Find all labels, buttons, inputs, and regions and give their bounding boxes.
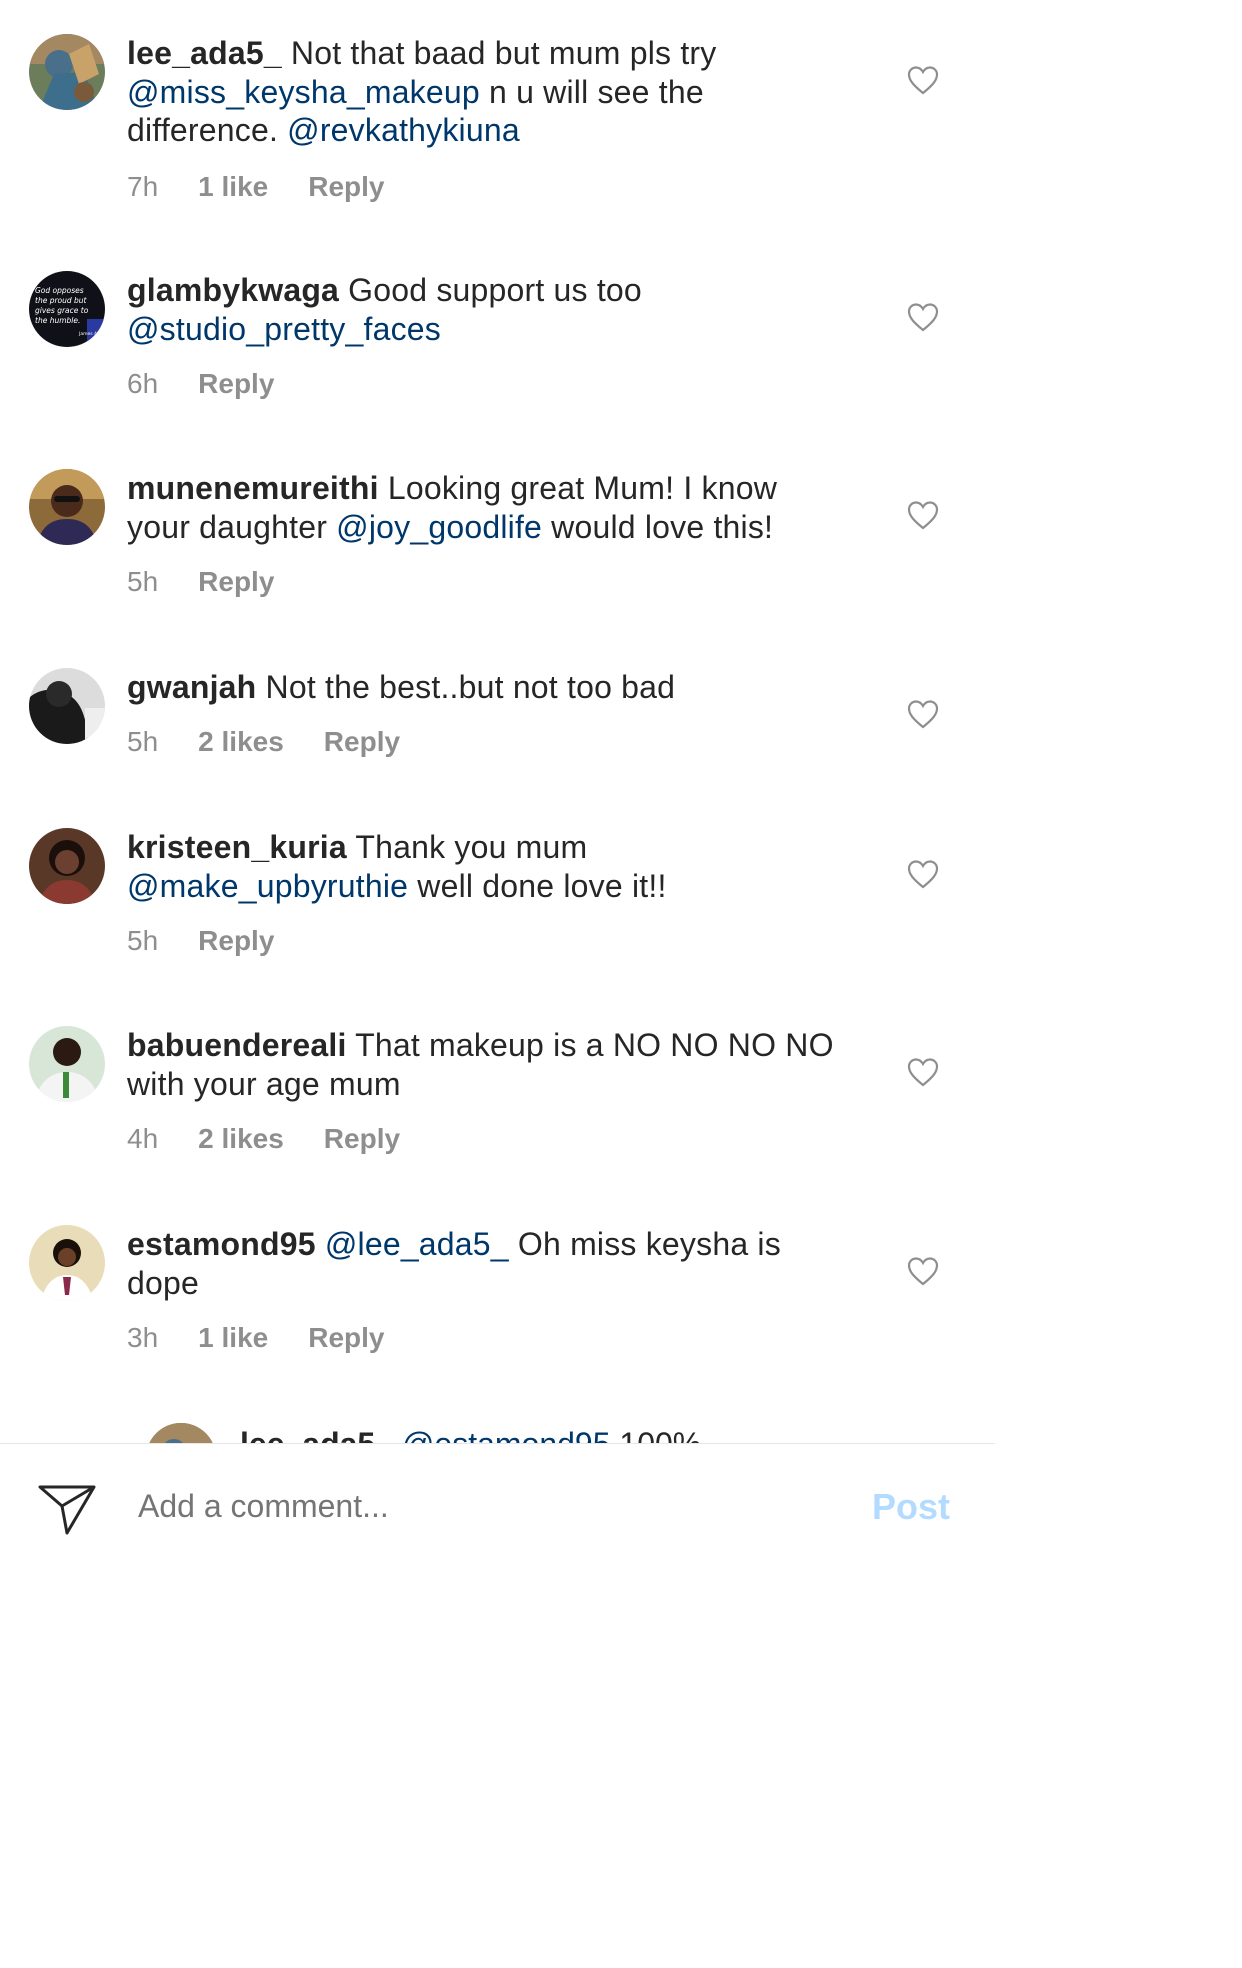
avatar-quote-line: the proud but xyxy=(35,296,88,305)
paper-plane-icon[interactable] xyxy=(38,1484,96,1536)
comment-likes[interactable]: 2 likes xyxy=(198,726,284,758)
comment-time: 5h xyxy=(127,925,159,956)
comment-time: 7h xyxy=(127,171,159,202)
comment-time: 5h xyxy=(127,726,159,757)
comment-composer: Post xyxy=(0,1443,995,1569)
heart-icon[interactable] xyxy=(907,699,939,729)
comment-username[interactable]: estamond95 xyxy=(127,1226,316,1262)
mention-link[interactable]: @miss_keysha_makeup xyxy=(127,74,480,110)
comment-text: lee_ada5_ Not that baad but mum pls try … xyxy=(127,34,847,150)
comment-username[interactable]: babuendereali xyxy=(127,1027,347,1063)
avatar[interactable]: God opposes the proud but gives grace to… xyxy=(29,271,105,347)
reply-button[interactable]: Reply xyxy=(308,171,384,203)
reply-preview: lee_ada5_ @estamond95 100% xyxy=(0,1420,995,1444)
comment-text: kristeen_kuria Thank you mum @make_upbyr… xyxy=(127,828,847,905)
comment-body: Good support us too xyxy=(339,272,642,308)
comment-body xyxy=(316,1226,325,1262)
reply-button[interactable]: Reply xyxy=(324,1123,400,1155)
comment-meta: 4h 2 likes Reply xyxy=(127,1123,440,1155)
right-margin xyxy=(995,0,1242,1968)
heart-icon[interactable] xyxy=(907,859,939,889)
mention-link[interactable]: @joy_goodlife xyxy=(336,509,542,545)
comment-username[interactable]: gwanjah xyxy=(127,669,256,705)
comment-text: babuendereali That makeup is a NO NO NO … xyxy=(127,1026,847,1103)
comment-username[interactable]: glambykwaga xyxy=(127,272,339,308)
comment-text: estamond95 @lee_ada5_ Oh miss keysha is … xyxy=(127,1225,847,1302)
comment-likes[interactable]: 1 like xyxy=(198,1322,268,1354)
mention-link[interactable]: @revkathykiuna xyxy=(287,112,520,148)
comment-username[interactable]: kristeen_kuria xyxy=(127,829,347,865)
comment-meta: 3h 1 like Reply xyxy=(127,1322,424,1354)
avatar[interactable] xyxy=(29,1225,105,1301)
heart-icon[interactable] xyxy=(907,302,939,332)
avatar-quote-line: God opposes xyxy=(35,286,84,295)
comment-time: 3h xyxy=(127,1322,159,1353)
heart-icon[interactable] xyxy=(907,500,939,530)
comment-body: would love this! xyxy=(542,508,774,545)
comment-likes[interactable]: 1 like xyxy=(198,171,268,203)
comment-username[interactable]: munenemureithi xyxy=(127,470,379,506)
avatar-quote-line: gives grace to xyxy=(35,306,89,315)
comment-meta: 5h Reply xyxy=(127,925,314,957)
mention-link[interactable]: @make_upbyruthie xyxy=(127,868,408,904)
avatar-quote-line: James 4:6 xyxy=(78,331,101,337)
avatar[interactable] xyxy=(29,828,105,904)
comment-meta: 6h Reply xyxy=(127,368,314,400)
comment-body: Not the best..but not too bad xyxy=(256,669,676,705)
add-comment-input[interactable] xyxy=(138,1488,838,1525)
avatar[interactable] xyxy=(146,1423,216,1444)
comment-time: 6h xyxy=(127,368,159,399)
reply-button[interactable]: Reply xyxy=(198,368,274,400)
reply-mention[interactable]: @estamond95 xyxy=(402,1426,611,1444)
mention-link[interactable]: @lee_ada5_ xyxy=(325,1226,509,1262)
reply-button[interactable]: Reply xyxy=(308,1322,384,1354)
comments-screen: lee_ada5_ Not that baad but mum pls try … xyxy=(0,0,995,1968)
avatar[interactable] xyxy=(29,1026,105,1102)
avatar[interactable] xyxy=(29,668,105,744)
reply-username[interactable]: lee_ada5_ xyxy=(240,1426,393,1444)
comment-time: 5h xyxy=(127,566,159,597)
heart-icon[interactable] xyxy=(907,65,939,95)
comment-body: well done love it!! xyxy=(408,867,667,904)
comment-meta: 5h Reply xyxy=(127,566,314,598)
comment-text: gwanjah Not the best..but not too bad xyxy=(127,668,847,707)
post-button[interactable]: Post xyxy=(872,1486,950,1528)
reply-text: lee_ada5_ @estamond95 100% xyxy=(240,1426,701,1444)
avatar[interactable] xyxy=(29,34,105,110)
comment-body: Not that baad but mum pls try xyxy=(281,35,717,71)
comment-meta: 5h 2 likes Reply xyxy=(127,726,440,758)
comment-likes[interactable]: 2 likes xyxy=(198,1123,284,1155)
comment-body: Thank you mum xyxy=(346,829,588,865)
mention-link[interactable]: @studio_pretty_faces xyxy=(127,311,441,347)
comment-text: munenemureithi Looking great Mum! I know… xyxy=(127,469,847,546)
avatar-quote-line: the humble. xyxy=(35,316,80,325)
heart-icon[interactable] xyxy=(907,1057,939,1087)
reply-button[interactable]: Reply xyxy=(324,726,400,758)
comment-text: glambykwaga Good support us too @studio_… xyxy=(127,271,847,348)
reply-body: 100% xyxy=(610,1426,702,1444)
reply-button[interactable]: Reply xyxy=(198,566,274,598)
heart-icon[interactable] xyxy=(907,1256,939,1286)
bottom-blank xyxy=(0,1568,995,1968)
reply-button[interactable]: Reply xyxy=(198,925,274,957)
comment-time: 4h xyxy=(127,1123,159,1154)
avatar[interactable] xyxy=(29,469,105,545)
comment-meta: 7h 1 like Reply xyxy=(127,171,424,203)
comment-username[interactable]: lee_ada5_ xyxy=(127,35,282,71)
